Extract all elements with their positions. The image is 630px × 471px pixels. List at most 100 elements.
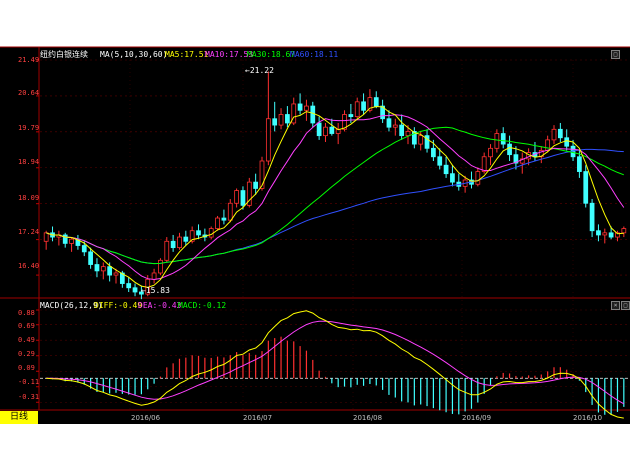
candle-body	[475, 171, 481, 185]
candle-body	[329, 126, 335, 134]
maximize-icon: □	[613, 51, 618, 58]
candle-body	[354, 101, 360, 118]
main-panel-maximize-button[interactable]: □	[611, 50, 620, 59]
candle-body	[285, 114, 290, 124]
price-tick: 16.40	[18, 262, 40, 270]
candle-body	[557, 128, 563, 139]
chart-canvas[interactable]	[0, 0, 630, 471]
candle-body	[596, 230, 601, 236]
candle-body	[69, 238, 74, 244]
candle-body	[418, 135, 424, 145]
candle-body	[196, 230, 201, 236]
ma10-value: MA10:17.53	[205, 50, 254, 59]
date-tick: 2016/07	[243, 414, 273, 422]
candle-body	[488, 147, 493, 158]
price-tick: 19.79	[18, 124, 40, 132]
candle-body	[443, 164, 449, 175]
price-tick: 20.64	[18, 89, 40, 97]
ma60-value: MA60:18.11	[290, 50, 339, 59]
candle-body	[310, 105, 316, 124]
candle-body	[386, 118, 392, 128]
candle-body	[500, 133, 506, 145]
candle-body	[88, 251, 93, 265]
candle-body	[227, 202, 233, 221]
macd-tick: 0.88	[18, 309, 35, 317]
macd-dea-value: DEA:-0.43	[138, 301, 182, 310]
candle-body	[564, 137, 570, 147]
candle-body	[158, 259, 163, 274]
ma-params-label: MA(5,10,30,60)	[100, 50, 168, 59]
candle-body	[551, 128, 557, 141]
candle-body	[94, 264, 100, 272]
candle-body	[278, 114, 284, 126]
period-selector-daily[interactable]: 日线	[0, 411, 38, 424]
candle-body	[323, 126, 328, 137]
date-tick: 2016/06	[131, 414, 161, 422]
candle-body	[43, 232, 49, 242]
candle-body	[399, 124, 405, 137]
low-price-marker: ←15.83	[141, 286, 170, 295]
price-tick: 18.09	[18, 194, 40, 202]
candle-body	[316, 122, 322, 137]
candle-body	[405, 131, 411, 137]
stock-chart-window: 纽约白银连续 MA(5,10,30,60) MA5:17.51 MA10:17.…	[0, 0, 630, 471]
candle-body	[208, 228, 214, 238]
candle-body	[507, 143, 512, 156]
candle-body	[177, 236, 182, 249]
candle-body	[132, 287, 138, 293]
candle-body	[589, 202, 595, 232]
candle-body	[450, 173, 455, 183]
macd-value: MACD:-0.12	[178, 301, 227, 310]
candle-body	[272, 118, 278, 126]
candle-body	[170, 240, 176, 249]
macd-tick: 0.29	[18, 350, 35, 358]
candle-body	[621, 228, 627, 234]
candle-body	[126, 283, 132, 289]
macd-panel-maximize-button[interactable]: □	[621, 301, 630, 310]
ma30-value: MA30:18.67	[247, 50, 296, 59]
macd-tick: 0.69	[18, 322, 35, 330]
price-tick: 18.94	[18, 158, 40, 166]
candle-body	[373, 97, 379, 107]
candle-body	[100, 266, 106, 272]
macd-tick: 0.09	[18, 364, 35, 372]
candle-body	[107, 266, 113, 276]
candle-body	[545, 139, 551, 151]
candle-body	[583, 171, 589, 204]
candle-body	[304, 105, 309, 111]
macd-tick: 0.49	[18, 336, 35, 344]
date-tick: 2016/09	[462, 414, 492, 422]
ma5-value: MA5:17.51	[165, 50, 209, 59]
candle-body	[481, 156, 487, 172]
candle-body	[81, 245, 87, 253]
macd-panel-close-button[interactable]: ×	[611, 301, 620, 310]
candle-body	[577, 156, 582, 172]
candle-body	[392, 124, 398, 128]
candle-body	[113, 272, 119, 276]
candle-body	[361, 101, 366, 111]
chart-background	[0, 47, 630, 424]
candle-body	[164, 240, 170, 261]
candle-body	[437, 156, 443, 166]
candle-body	[183, 236, 189, 242]
candle-body	[265, 118, 271, 162]
close-icon: ×	[613, 302, 618, 309]
candle-body	[431, 147, 436, 158]
instrument-name: 纽约白银连续	[40, 50, 88, 59]
date-tick: 2016/08	[353, 414, 383, 422]
candle-body	[253, 181, 259, 189]
date-tick: 2016/10	[573, 414, 603, 422]
candle-body	[494, 133, 500, 149]
macd-tick: -0.31	[18, 393, 40, 401]
candle-body	[297, 103, 303, 111]
macd-tick: -0.11	[18, 378, 40, 386]
candle-body	[240, 190, 246, 206]
candle-body	[151, 272, 157, 280]
price-tick: 21.49	[18, 56, 40, 64]
candle-body	[221, 217, 227, 221]
price-tick: 17.24	[18, 228, 40, 236]
candle-body	[608, 232, 614, 238]
candle-body	[602, 232, 608, 236]
macd-diff-value: DIFF:-0.49	[94, 301, 143, 310]
maximize-icon: □	[623, 302, 628, 309]
